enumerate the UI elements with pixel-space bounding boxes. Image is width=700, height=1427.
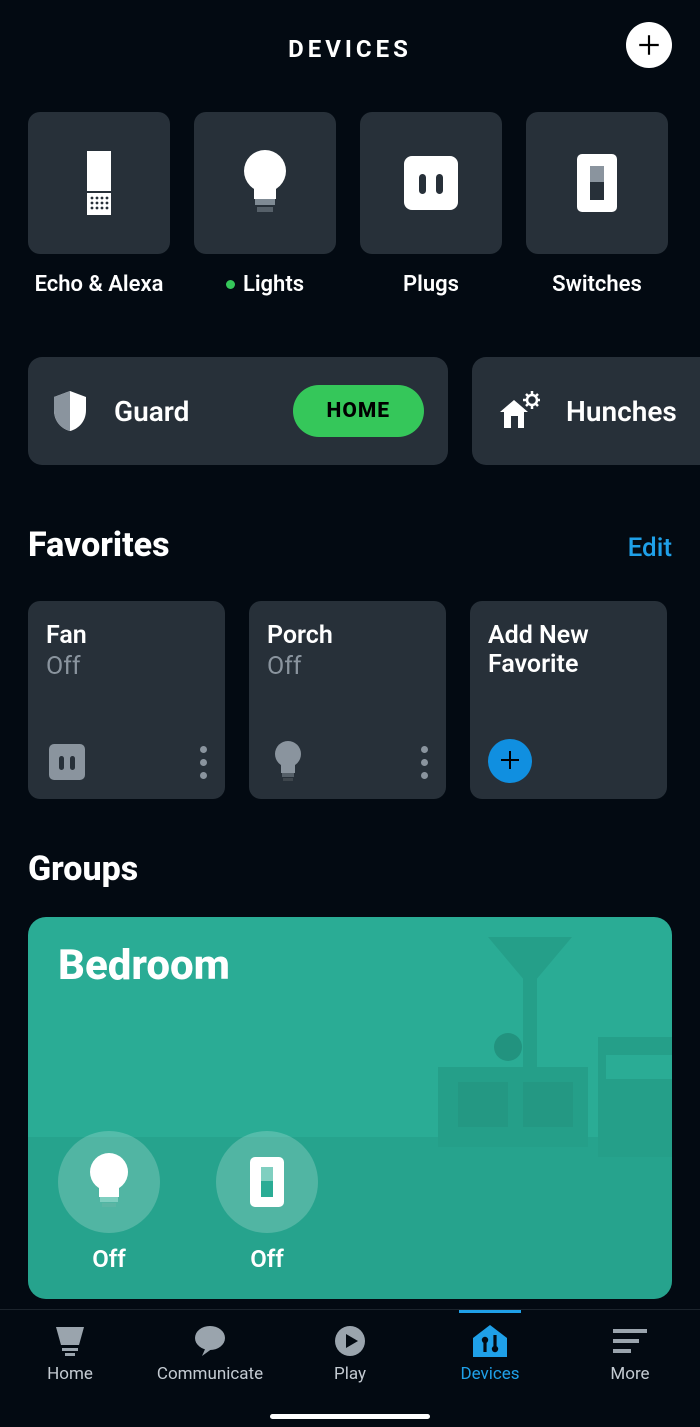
groups-header: Groups <box>0 799 700 889</box>
plus-icon <box>636 32 662 58</box>
category-switches[interactable]: Switches <box>526 112 668 297</box>
add-favorite-label2: Favorite <box>488 650 649 679</box>
guard-card[interactable]: Guard HOME <box>28 357 448 465</box>
bulb-icon <box>86 1152 132 1212</box>
bulb-icon <box>267 741 309 783</box>
category-more-peek[interactable] <box>692 112 700 297</box>
nav-devices[interactable]: Devices <box>425 1324 555 1384</box>
speech-bubble-icon <box>192 1324 228 1358</box>
plug-icon <box>46 741 88 783</box>
category-plugs[interactable]: Plugs <box>360 112 502 297</box>
favorite-menu-button[interactable] <box>421 746 428 779</box>
favorites-title: Favorites <box>28 525 170 565</box>
nav-label: Home <box>47 1364 93 1384</box>
nav-label: More <box>610 1364 649 1384</box>
add-favorite-label1: Add New <box>488 621 649 650</box>
group-controls: Off Off <box>58 1131 318 1273</box>
status-cards-row[interactable]: Guard HOME Hunches <box>0 297 700 465</box>
play-icon <box>333 1324 367 1358</box>
category-label: Switches <box>552 272 642 297</box>
group-light-control[interactable]: Off <box>58 1131 160 1273</box>
groups-title: Groups <box>28 849 138 889</box>
shield-icon <box>52 390 88 432</box>
hamburger-icon <box>613 1324 647 1358</box>
switch-icon <box>575 152 619 214</box>
favorite-state: Off <box>267 652 428 681</box>
category-label: Echo & Alexa <box>35 272 164 297</box>
group-card-bedroom[interactable]: Bedroom Off Off <box>28 917 672 1299</box>
group-switch-control[interactable]: Off <box>216 1131 318 1273</box>
control-state: Off <box>250 1245 284 1273</box>
category-echo[interactable]: Echo & Alexa <box>28 112 170 297</box>
page-title: DEVICES <box>288 35 412 63</box>
nav-label: Communicate <box>157 1364 263 1384</box>
nav-more[interactable]: More <box>565 1324 695 1384</box>
favorite-name: Porch <box>267 621 428 650</box>
house-gear-icon <box>496 390 540 432</box>
favorites-header: Favorites Edit <box>0 465 700 565</box>
devices-icon <box>471 1324 509 1358</box>
favorites-edit-button[interactable]: Edit <box>628 533 672 563</box>
control-state: Off <box>92 1245 126 1273</box>
nav-home[interactable]: Home <box>5 1324 135 1384</box>
guard-status-pill[interactable]: HOME <box>293 385 424 437</box>
favorite-name: Fan <box>46 621 207 650</box>
favorite-card-porch[interactable]: Porch Off <box>249 601 446 799</box>
active-dot-icon <box>226 280 235 289</box>
category-label: Plugs <box>403 272 459 297</box>
nav-communicate[interactable]: Communicate <box>145 1324 275 1384</box>
bottom-nav: Home Communicate Play Devices More <box>0 1309 700 1427</box>
favorite-menu-button[interactable] <box>200 746 207 779</box>
echo-icon <box>81 151 117 215</box>
home-icon <box>52 1324 88 1358</box>
nav-label: Play <box>334 1364 366 1384</box>
nav-play[interactable]: Play <box>285 1324 415 1384</box>
add-favorite-card[interactable]: Add New Favorite <box>470 601 667 799</box>
favorite-state: Off <box>46 652 207 681</box>
nav-label: Devices <box>460 1364 519 1384</box>
guard-label: Guard <box>114 395 189 428</box>
devices-screen: DEVICES Echo & Alexa <box>0 0 700 1427</box>
favorite-card-fan[interactable]: Fan Off <box>28 601 225 799</box>
add-device-button[interactable] <box>626 22 672 68</box>
plug-icon <box>402 154 460 212</box>
group-name: Bedroom <box>58 941 230 990</box>
home-indicator <box>270 1414 430 1419</box>
add-favorite-plus-icon <box>488 739 532 783</box>
switch-icon <box>248 1155 286 1209</box>
category-label: Lights <box>226 272 304 297</box>
header: DEVICES <box>0 14 700 84</box>
category-row[interactable]: Echo & Alexa Lights Plugs <box>0 84 700 297</box>
hunches-card[interactable]: Hunches <box>472 357 700 465</box>
hunches-label: Hunches <box>566 395 677 428</box>
category-lights[interactable]: Lights <box>194 112 336 297</box>
favorites-row: Fan Off Porch Off <box>0 565 700 799</box>
bulb-icon <box>240 149 290 217</box>
